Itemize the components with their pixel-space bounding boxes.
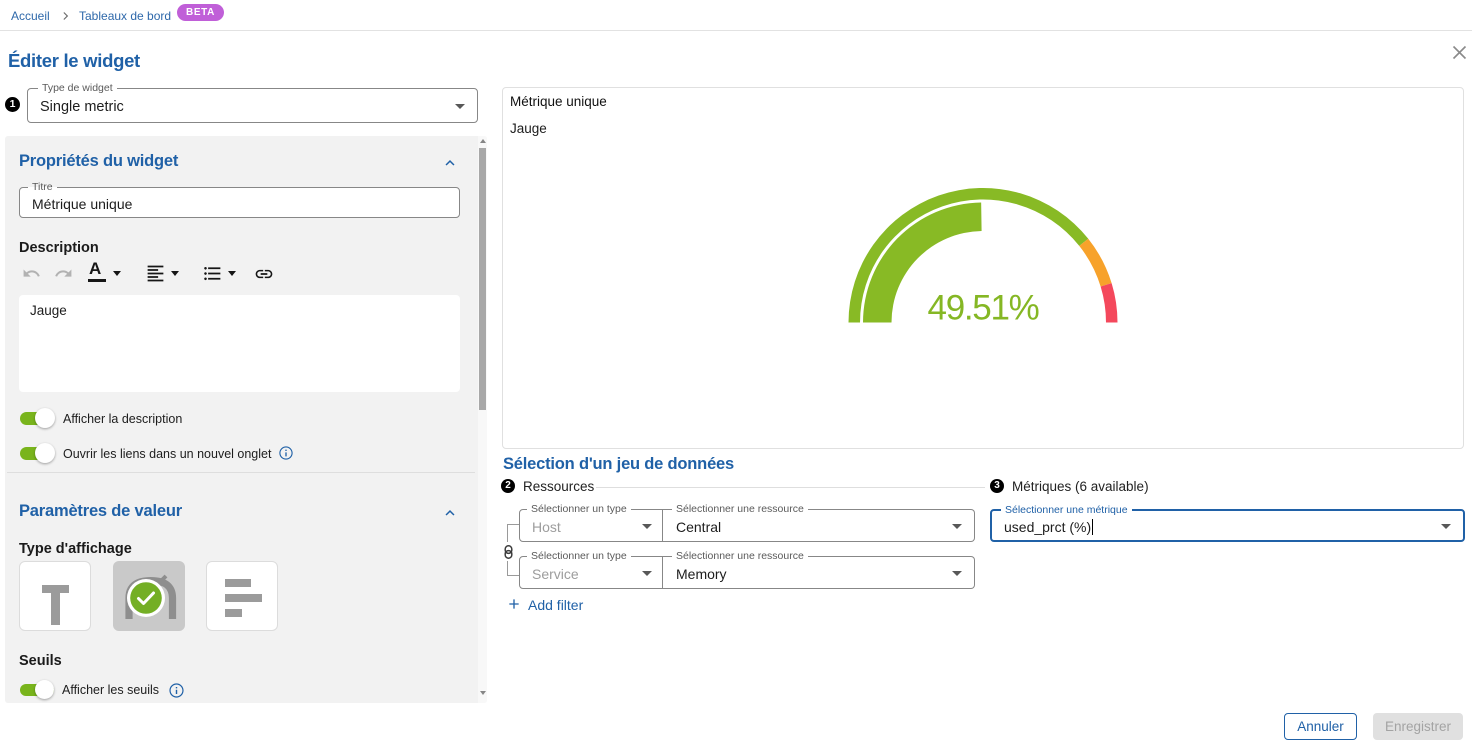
- svg-text:49.51%: 49.51%: [928, 289, 1039, 325]
